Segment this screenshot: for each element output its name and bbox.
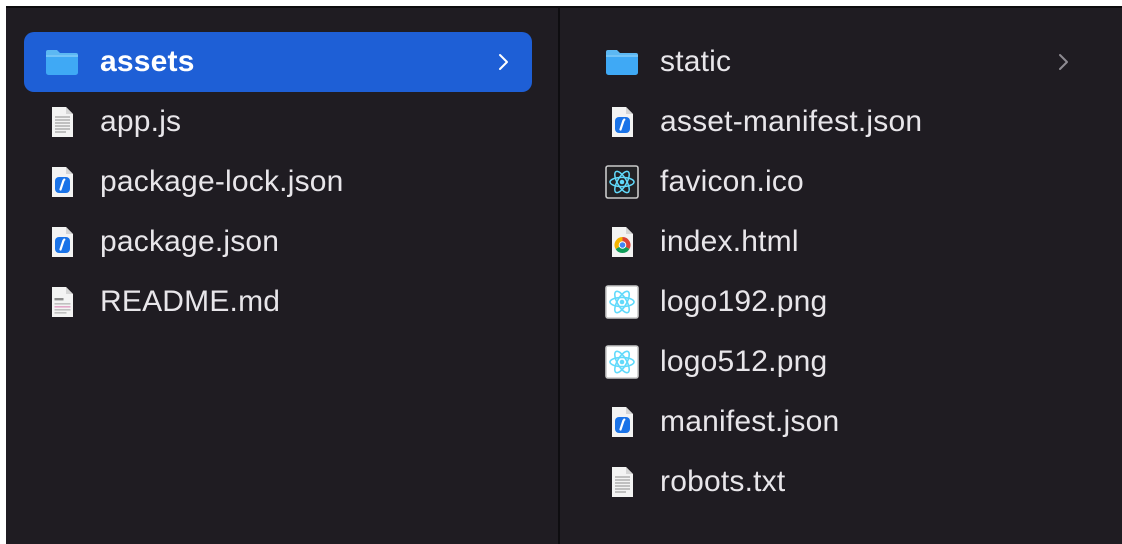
list-item-index-html[interactable]: index.html (604, 212, 1100, 272)
chevron-right-icon (492, 51, 514, 73)
list-item-label: package-lock.json (100, 165, 344, 198)
list-item-assets-folder[interactable]: assets (24, 32, 532, 92)
json-file-icon (604, 104, 640, 140)
react-logo-image-icon (604, 284, 640, 320)
list-item-label: assets (100, 45, 195, 78)
list-item-label: manifest.json (660, 405, 840, 438)
react-logo-icon (604, 164, 640, 200)
finder-column-view: assets app.js package-lock.json package.… (6, 6, 1122, 544)
list-item-label: static (660, 45, 732, 78)
list-item-manifest-json[interactable]: manifest.json (604, 392, 1100, 452)
list-item-static-folder[interactable]: static (604, 32, 1100, 92)
list-item-label: logo512.png (660, 345, 828, 378)
json-file-icon (44, 224, 80, 260)
list-item-label: README.md (100, 285, 281, 318)
chevron-right-icon (1052, 51, 1074, 73)
list-item-label: index.html (660, 225, 799, 258)
list-item-app-js[interactable]: app.js (24, 92, 532, 152)
list-item-logo512-png[interactable]: logo512.png (604, 332, 1100, 392)
json-file-icon (604, 404, 640, 440)
folder-icon (44, 44, 80, 80)
finder-column-assets[interactable]: static asset-manifest.json favicon.ico i… (560, 8, 1122, 544)
list-item-package-lock-json[interactable]: package-lock.json (24, 152, 532, 212)
markdown-file-icon (44, 284, 80, 320)
list-item-package-json[interactable]: package.json (24, 212, 532, 272)
folder-icon (604, 44, 640, 80)
text-file-icon (44, 104, 80, 140)
list-item-asset-manifest-json[interactable]: asset-manifest.json (604, 92, 1100, 152)
react-logo-image-icon (604, 344, 640, 380)
list-item-label: robots.txt (660, 465, 786, 498)
json-file-icon (44, 164, 80, 200)
list-item-readme-md[interactable]: README.md (24, 272, 532, 332)
list-item-favicon-ico[interactable]: favicon.ico (604, 152, 1100, 212)
list-item-label: logo192.png (660, 285, 828, 318)
text-file-icon (604, 464, 640, 500)
finder-column-root[interactable]: assets app.js package-lock.json package.… (6, 8, 558, 544)
list-item-robots-txt[interactable]: robots.txt (604, 452, 1100, 512)
list-item-logo192-png[interactable]: logo192.png (604, 272, 1100, 332)
list-item-label: favicon.ico (660, 165, 804, 198)
chrome-html-file-icon (604, 224, 640, 260)
list-item-label: asset-manifest.json (660, 105, 923, 138)
list-item-label: app.js (100, 105, 182, 138)
list-item-label: package.json (100, 225, 280, 258)
